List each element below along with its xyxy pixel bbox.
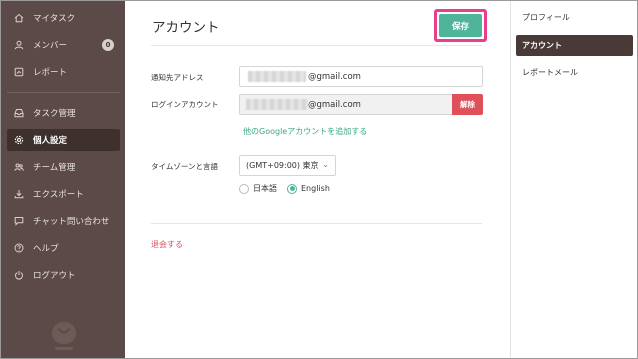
language-radio-group: 日本語 English <box>239 183 340 194</box>
notify-address-label: 通知先アドレス <box>151 73 204 82</box>
power-icon <box>13 269 25 281</box>
notify-address-input[interactable]: @gmail.com <box>239 66 483 87</box>
sidebar-item-personal-settings[interactable]: 個人設定 <box>7 129 120 151</box>
sidebar-item-logout[interactable]: ログアウト <box>7 264 120 286</box>
sidebar-item-task-management[interactable]: タスク管理 <box>7 102 120 124</box>
main-content: アカウント 保存 通知先アドレス @gmail.com ログインアカウント @g… <box>125 1 510 358</box>
withdraw-link[interactable]: 退会する <box>151 239 183 250</box>
right-panel-divider <box>510 1 511 358</box>
sidebar-item-label: レポート <box>33 68 68 78</box>
page-title: アカウント <box>152 20 220 36</box>
section-divider <box>151 223 482 224</box>
home-icon <box>13 12 25 24</box>
save-button[interactable]: 保存 <box>439 14 482 37</box>
radio-japanese[interactable] <box>239 183 249 194</box>
redacted-email-local-part <box>246 99 308 110</box>
team-icon <box>13 161 25 173</box>
settings-nav-profile[interactable]: プロフィール <box>516 7 633 28</box>
language-option-japanese[interactable]: 日本語 <box>239 183 277 194</box>
sidebar-item-members[interactable]: メンバー 0 <box>7 34 120 56</box>
login-account-domain: @gmail.com <box>308 99 361 110</box>
add-google-account-link[interactable]: 他のGoogleアカウントを追加する <box>243 126 367 137</box>
login-account-field: @gmail.com <box>239 94 454 115</box>
chevron-down-icon: ⌄ <box>322 160 329 169</box>
sidebar-item-help[interactable]: ヘルプ <box>7 237 120 259</box>
sidebar-item-team-management[interactable]: チーム管理 <box>7 156 120 178</box>
inbox-icon <box>13 107 25 119</box>
sidebar-item-label: ヘルプ <box>33 244 59 254</box>
sidebar-item-label: チャット問い合わせ <box>33 217 110 227</box>
notify-address-domain: @gmail.com <box>308 71 361 82</box>
sidebar-item-label: チーム管理 <box>33 163 76 173</box>
settings-nav-account[interactable]: アカウント <box>516 35 633 56</box>
sidebar: マイタスク メンバー 0 レポート タスク管理 個人設定 チーム管理 エクスポー… <box>1 1 125 358</box>
user-icon <box>13 39 25 51</box>
language-option-label: 日本語 <box>253 184 277 193</box>
sidebar-item-label: 個人設定 <box>33 136 68 146</box>
language-option-label: English <box>301 184 330 193</box>
gear-icon <box>13 134 25 146</box>
download-icon <box>13 188 25 200</box>
timezone-select[interactable]: (GMT+09:00) 東京 ⌄ <box>239 155 336 176</box>
chat-icon <box>13 215 25 227</box>
sidebar-item-label: マイタスク <box>33 14 76 24</box>
timezone-value: (GMT+09:00) 東京 <box>246 161 319 170</box>
radio-english[interactable] <box>287 183 297 194</box>
report-icon <box>13 66 25 78</box>
sidebar-item-export[interactable]: エクスポート <box>7 183 120 205</box>
sidebar-divider <box>7 92 120 93</box>
sidebar-item-label: エクスポート <box>33 190 84 200</box>
help-icon <box>13 242 25 254</box>
sidebar-item-label: ログアウト <box>33 271 76 281</box>
sidebar-item-my-tasks[interactable]: マイタスク <box>7 7 120 29</box>
sidebar-item-label: メンバー <box>33 41 68 51</box>
app-logo-icon <box>49 319 79 353</box>
member-count-badge: 0 <box>102 39 114 51</box>
timezone-language-label: タイムゾーンと言語 <box>151 162 218 171</box>
sidebar-item-label: タスク管理 <box>33 109 76 119</box>
language-option-english[interactable]: English <box>287 183 330 194</box>
sidebar-item-chat-inquiry[interactable]: チャット問い合わせ <box>7 210 120 232</box>
login-account-label: ログインアカウント <box>151 100 219 109</box>
sidebar-item-report[interactable]: レポート <box>7 61 120 83</box>
settings-nav-report-mail[interactable]: レポートメール <box>516 62 633 83</box>
unlink-account-button[interactable]: 解除 <box>452 94 483 115</box>
redacted-email-local-part <box>248 71 306 82</box>
title-divider <box>151 45 482 46</box>
